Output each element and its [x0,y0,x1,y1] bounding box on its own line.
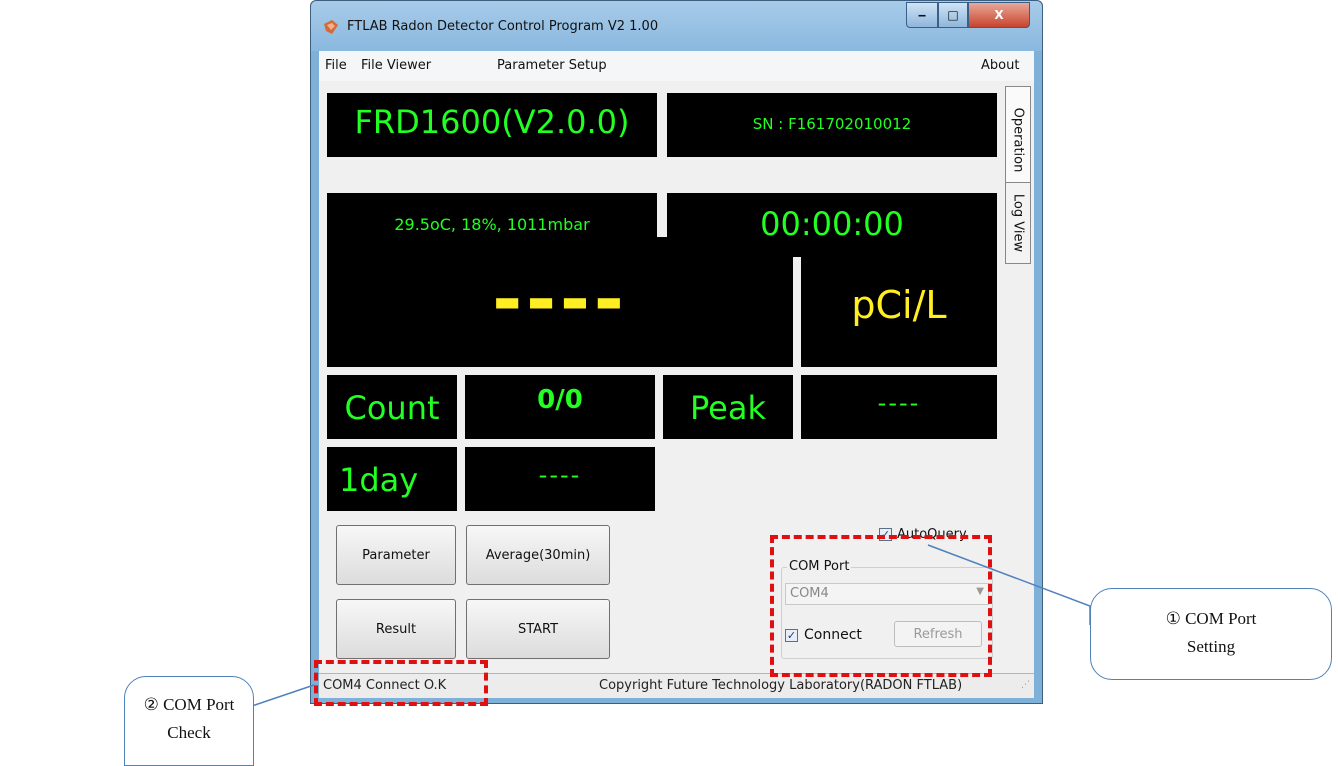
count-value-panel: 0/0 [465,375,655,439]
count-value: 0/0 [537,385,583,415]
serial-panel: SN : F161702010012 [667,93,997,157]
environment-text: 29.5oC, 18%, 1011mbar [394,215,590,234]
status-copyright: Copyright Future Technology Laboratory(R… [599,678,963,693]
close-button[interactable]: X [968,2,1030,28]
com-setting-callout-line1: ① COM Port [1165,609,1257,628]
day-value-panel: ---- [465,447,655,511]
unit-text: pCi/L [851,283,947,327]
peak-value-panel: ---- [801,375,997,439]
main-value-panel: ---- [327,237,793,367]
model-panel: FRD1600(V2.0.0) [327,93,657,157]
com-check-callout-line1: ② COM Port [143,695,235,714]
parameter-button[interactable]: Parameter [336,525,456,585]
com-check-callout-line2: Check [167,723,211,742]
tab-log-view-label: Log View [1010,193,1026,253]
unit-panel: pCi/L [801,237,997,367]
peak-label-panel: Peak [663,375,793,439]
com-check-highlight [314,660,488,706]
check-leader-line [251,684,315,720]
menu-parameter-setup[interactable]: Parameter Setup [497,58,607,73]
count-label: Count [344,389,440,427]
com-setting-callout: ① COM Port Setting [1090,588,1332,680]
menu-about[interactable]: About [981,58,1019,73]
start-button[interactable]: START [466,599,610,659]
tab-log-view[interactable]: Log View [1005,182,1031,264]
app-logo-icon [324,20,338,34]
minimize-button[interactable]: ‒ [906,2,938,28]
tab-operation-label: Operation [1010,107,1026,173]
day-value: ---- [538,461,582,489]
average-button[interactable]: Average(30min) [466,525,610,585]
maximize-button[interactable]: □ [938,2,968,28]
main-value-text: ---- [492,257,628,341]
count-label-panel: Count [327,375,457,439]
com-check-callout: ② COM Port Check [124,676,254,766]
peak-label: Peak [690,389,766,427]
day-label-panel: 1day [327,447,457,511]
result-button[interactable]: Result [336,599,456,659]
com-setting-callout-line2: Setting [1186,637,1236,656]
peak-value: ---- [877,389,921,417]
menu-file[interactable]: File [325,58,347,73]
day-label: 1day [339,461,419,499]
serial-text: SN : F161702010012 [752,115,912,133]
resize-grip-icon[interactable]: ⋰ [1021,680,1030,690]
com-setting-highlight [770,535,992,677]
title-bar[interactable]: FTLAB Radon Detector Control Program V2 … [311,1,1042,51]
model-text: FRD1600(V2.0.0) [354,103,630,141]
menu-bar: File File Viewer Parameter Setup About [319,51,1034,81]
window-title: FTLAB Radon Detector Control Program V2 … [347,19,659,34]
tab-operation[interactable]: Operation [1005,86,1031,194]
menu-file-viewer[interactable]: File Viewer [361,58,431,73]
